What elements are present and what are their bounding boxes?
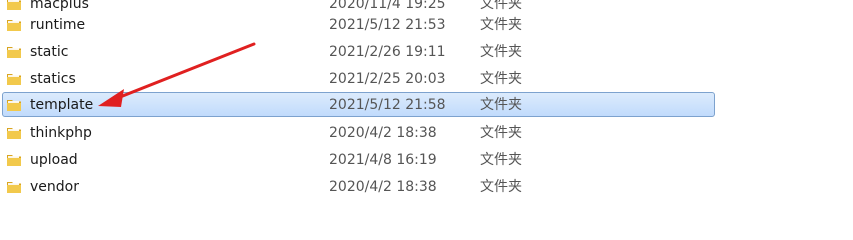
modified-date: 2021/5/12 21:58	[329, 97, 446, 113]
list-item-selected[interactable]: template 2021/5/12 21:58 文件夹	[0, 92, 853, 119]
file-name: static	[30, 44, 69, 60]
folder-icon	[7, 182, 21, 193]
file-type: 文件夹	[480, 44, 522, 60]
modified-date: 2020/4/2 18:38	[329, 179, 437, 195]
file-type: 文件夹	[480, 152, 522, 168]
modified-date: 2021/2/25 20:03	[329, 71, 446, 87]
folder-icon	[7, 155, 21, 166]
file-name: template	[30, 97, 94, 113]
file-name: runtime	[30, 17, 86, 33]
list-item[interactable]: thinkphp 2020/4/2 18:38 文件夹	[0, 120, 853, 147]
folder-icon	[7, 20, 21, 31]
file-type: 文件夹	[480, 97, 522, 113]
file-type: 文件夹	[480, 179, 522, 195]
list-item[interactable]: upload 2021/4/8 16:19 文件夹	[0, 147, 853, 174]
folder-icon	[7, 0, 21, 10]
modified-date: 2021/5/12 21:53	[329, 17, 446, 33]
file-name: upload	[30, 152, 78, 168]
file-type: 文件夹	[480, 125, 522, 141]
file-list: macplus 2020/11/4 19:25 文件夹 runtime 2021…	[0, 0, 853, 203]
folder-icon	[7, 100, 21, 111]
file-name: statics	[30, 71, 76, 87]
folder-icon	[7, 74, 21, 85]
list-item[interactable]: runtime 2021/5/12 21:53 文件夹	[0, 12, 853, 39]
list-item[interactable]: vendor 2020/4/2 18:38 文件夹	[0, 174, 853, 201]
list-item[interactable]: static 2021/2/26 19:11 文件夹	[0, 39, 853, 66]
modified-date: 2021/2/26 19:11	[329, 44, 446, 60]
list-item[interactable]: statics 2021/2/25 20:03 文件夹	[0, 66, 853, 93]
file-type: 文件夹	[480, 17, 522, 33]
file-name: vendor	[30, 179, 79, 195]
file-name: thinkphp	[30, 125, 92, 141]
file-type: 文件夹	[480, 71, 522, 87]
modified-date: 2021/4/8 16:19	[329, 152, 437, 168]
folder-icon	[7, 128, 21, 139]
folder-icon	[7, 47, 21, 58]
modified-date: 2020/4/2 18:38	[329, 125, 437, 141]
